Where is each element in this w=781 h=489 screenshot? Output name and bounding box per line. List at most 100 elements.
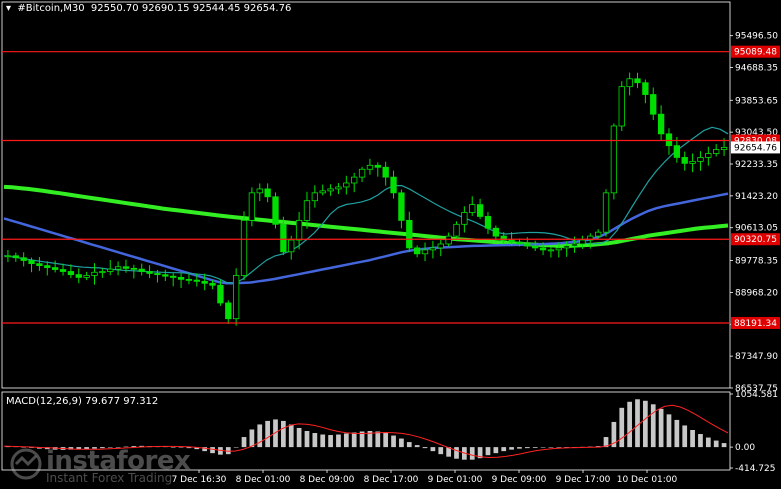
price-axis-tick-label: 87347.90	[735, 352, 778, 362]
candle-body	[107, 268, 114, 272]
macd-histogram-bar	[698, 434, 703, 448]
macd-histogram-bar	[343, 433, 349, 448]
price-axis-tick-label: 93853.65	[735, 96, 778, 106]
candle-body	[524, 243, 531, 247]
candle-body	[272, 196, 279, 225]
candle-body	[406, 219, 413, 249]
time-axis-tick-label: 8 Dec 17:00	[364, 475, 419, 485]
candle-body	[351, 176, 358, 184]
candle-body	[445, 235, 452, 245]
macd-histogram-bar	[210, 447, 215, 454]
macd-histogram-bar	[296, 427, 302, 448]
candle-body	[563, 245, 570, 249]
candle-body	[335, 186, 342, 190]
candle-body	[170, 275, 177, 278]
candle-body	[461, 212, 468, 225]
candle-body	[469, 204, 476, 213]
candle-body	[681, 157, 688, 164]
macd-histogram-bar	[705, 437, 711, 448]
candle-body	[99, 271, 106, 273]
price-axis-tick-label: 94688.35	[735, 63, 778, 73]
price-axis-tick-label: 90613.05	[735, 224, 778, 234]
macd-histogram-bar	[658, 408, 664, 448]
candle-body	[421, 249, 429, 255]
candle-body	[51, 267, 59, 270]
ma-slow-line	[3, 184, 729, 248]
candle-body	[555, 247, 562, 251]
candle-body	[130, 267, 138, 270]
macd-histogram-bar	[249, 429, 255, 448]
candle-body	[319, 190, 326, 194]
candle-body	[217, 284, 224, 304]
candle-body	[713, 149, 720, 154]
price-axis-tick-label: 91423.20	[735, 192, 778, 202]
macd-histogram-bar	[438, 447, 444, 455]
candle-body	[579, 239, 586, 245]
candle-body	[343, 182, 350, 188]
macd-histogram-bar	[257, 424, 263, 448]
price-axis-tick-label: 88968.20	[735, 288, 778, 298]
candle-body	[508, 239, 515, 243]
candle-body	[303, 200, 311, 221]
macd-histogram-bar	[375, 431, 381, 448]
candle-body	[382, 166, 389, 178]
price-axis-tick-label: 89778.35	[735, 257, 778, 267]
macd-histogram-bar	[383, 433, 389, 448]
candle-body	[673, 145, 681, 158]
candle-body	[185, 278, 193, 281]
candle-body	[288, 239, 295, 253]
candle-body	[705, 153, 712, 158]
candle-body	[12, 255, 19, 259]
level-label-text: 88191.34	[734, 319, 777, 329]
candle-body	[626, 78, 633, 88]
candle-body	[492, 227, 500, 237]
macd-histogram-bar	[643, 400, 648, 448]
candle-body	[20, 257, 27, 261]
candle-body	[177, 276, 185, 280]
level-label-text: 90320.75	[734, 235, 777, 245]
candle-body	[571, 243, 578, 247]
time-axis-tick-label: 8 Dec 09:00	[300, 475, 355, 485]
macd-histogram-bar	[674, 419, 680, 448]
macd-histogram-bar	[635, 399, 640, 448]
macd-histogram-bar	[414, 445, 420, 448]
candle-body	[547, 249, 555, 252]
candle-body	[232, 275, 240, 320]
candle-body	[689, 160, 696, 164]
candle-body	[44, 265, 51, 268]
candle-body	[720, 147, 728, 150]
macd-histogram-bar	[619, 407, 625, 448]
macd-histogram-bar	[430, 447, 436, 452]
time-axis-tick-label: 9 Dec 17:00	[556, 475, 611, 485]
instaforex-watermark: instaforex Instant Forex Trading	[8, 446, 191, 485]
candle-body	[114, 266, 122, 270]
candle-body	[697, 157, 704, 162]
macd-histogram-bar	[281, 420, 286, 448]
instaforex-logo-icon	[10, 448, 42, 480]
candle-body	[413, 247, 421, 255]
macd-histogram-bar	[265, 420, 270, 448]
macd-histogram-bar	[233, 447, 239, 448]
candle-body	[437, 243, 444, 249]
candle-body	[358, 168, 366, 178]
candle-body	[429, 247, 437, 251]
macd-histogram-bar	[485, 447, 491, 456]
price-axis-tick-label: 95496.50	[735, 32, 778, 42]
macd-histogram-bar	[627, 401, 632, 448]
candle-body	[138, 268, 145, 272]
macd-histogram-bar	[517, 447, 522, 449]
candle-body	[484, 216, 492, 229]
candle-body	[36, 263, 43, 267]
macd-histogram-bar	[713, 440, 719, 448]
candle-body	[327, 188, 334, 192]
macd-histogram-bar	[690, 429, 695, 448]
macd-indicator-label: MACD(12,26,9) 79.677 97.312	[6, 396, 159, 407]
level-label-text: 95089.48	[734, 48, 777, 58]
candle-body	[390, 176, 397, 194]
price-chart[interactable]: 95496.5094688.3593853.6593043.5092233.35…	[0, 0, 781, 489]
candle-body	[532, 245, 539, 249]
candle-body	[594, 231, 602, 237]
candle-body	[75, 274, 82, 278]
macd-histogram-bar	[501, 447, 507, 452]
candle-body	[83, 275, 90, 278]
